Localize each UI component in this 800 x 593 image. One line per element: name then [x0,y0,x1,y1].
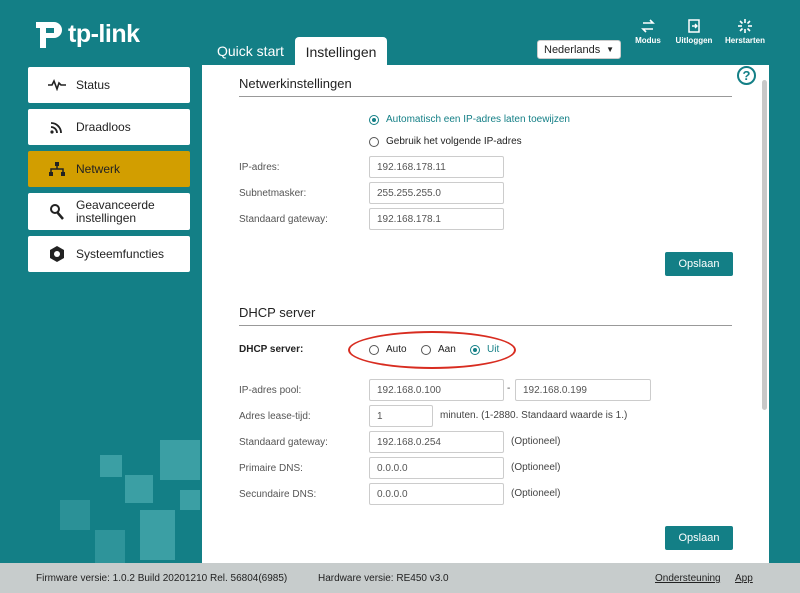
radio-button [421,344,431,355]
dhcp-section-title: DHCP server [239,305,316,320]
app-link[interactable]: App [735,573,753,584]
reboot-icon [738,19,752,33]
reboot-label: Herstarten [725,36,766,45]
radio-dhcp-auto[interactable]: Auto [369,344,407,355]
ip-field[interactable] [369,156,504,178]
decorative-pattern [160,440,200,480]
radio-dhcp-off[interactable]: Uit [470,344,499,355]
dhcp-server-label: DHCP server: [239,344,304,355]
optional-note: (Optioneel) [511,436,561,447]
divider [239,96,732,97]
lease-note: minuten. (1-2880. Standaard waarde is 1.… [440,410,628,421]
wrench-icon [48,203,66,221]
radio-label: Aan [438,344,456,355]
wireless-icon [48,118,66,136]
lease-field[interactable] [369,405,433,427]
tab-quick-start[interactable]: Quick start [205,37,296,65]
language-value: Nederlands [544,43,601,56]
footer: Firmware versie: 1.0.2 Build 20201210 Re… [0,563,800,593]
sidebar-item-label: Geavanceerde instellingen [76,197,155,225]
pool-separator: - [507,383,511,394]
decorative-pattern [180,490,200,510]
logout-icon [688,19,700,33]
hardware-version: Hardware versie: RE450 v3.0 [318,573,449,584]
optional-note: (Optioneel) [511,488,561,499]
subnet-field[interactable] [369,182,504,204]
radio-label: Automatisch een IP-adres laten toewijzen [386,114,570,125]
radio-button [369,136,379,147]
radio-label: Auto [386,344,407,355]
primary-dns-field[interactable] [369,457,504,479]
sidebar-item-label: Systeemfuncties [76,247,165,261]
tp-link-logo-icon [36,22,62,48]
pulse-icon [48,76,66,94]
sidebar-item-label: Status [76,78,111,92]
sidebar-item-status[interactable]: Status [28,67,190,103]
radio-button [369,344,379,355]
optional-note: (Optioneel) [511,462,561,473]
network-icon [48,160,66,178]
radio-label: Gebruik het volgende IP-adres [386,136,522,147]
dhcp-gateway-label: Standaard gateway: [239,437,328,448]
radio-button-checked [369,114,379,125]
sidebar-item-advanced[interactable]: Geavanceerde instellingen [28,193,190,230]
language-select[interactable]: Nederlands ▼ [537,40,621,59]
network-section-title: Netwerkinstellingen [239,76,352,91]
radio-label: Uit [487,344,500,355]
logout-label: Uitloggen [675,36,713,45]
save-network-button[interactable]: Opslaan [665,252,733,276]
secondary-dns-label: Secundaire DNS: [239,489,317,500]
mode-button[interactable]: Modus [626,18,670,45]
tab-settings[interactable]: Instellingen [295,37,387,65]
support-link[interactable]: Ondersteuning [655,573,721,584]
radio-manual-ip[interactable]: Gebruik het volgende IP-adres [369,136,522,147]
ip-label: IP-adres: [239,162,280,173]
sidebar-item-wireless[interactable]: Draadloos [28,109,190,145]
tp-link-logo: tp-link [30,18,140,50]
sidebar-item-label: Netwerk [76,162,121,176]
decorative-pattern [60,500,90,530]
pool-end-field[interactable] [515,379,651,401]
lease-label: Adres lease-tijd: [239,411,311,422]
sidebar-item-system[interactable]: Systeemfuncties [28,236,190,272]
logout-button[interactable]: Uitloggen [672,18,716,45]
sidebar: Status Draadloos Netwerk Geavanceerde in… [28,67,190,278]
help-icon[interactable]: ? [737,66,756,85]
scrollbar[interactable] [762,80,767,410]
chevron-down-icon: ▼ [606,45,614,54]
decorative-pattern [125,475,153,503]
pool-label: IP-adres pool: [239,385,302,396]
firmware-version: Firmware versie: 1.0.2 Build 20201210 Re… [36,573,288,584]
primary-dns-label: Primaire DNS: [239,463,303,474]
sidebar-item-label: Draadloos [76,120,131,134]
gear-icon [48,245,66,263]
logo-text: tp-link [68,19,140,48]
gateway-label: Standaard gateway: [239,214,328,225]
save-dhcp-button[interactable]: Opslaan [665,526,733,550]
radio-dhcp-on[interactable]: Aan [421,344,456,355]
divider [239,325,732,326]
subnet-label: Subnetmasker: [239,188,307,199]
gateway-field[interactable] [369,208,504,230]
secondary-dns-field[interactable] [369,483,504,505]
decorative-pattern [95,530,125,563]
radio-button-checked [470,344,480,355]
dhcp-gateway-field[interactable] [369,431,504,453]
swap-icon [641,19,655,33]
reboot-button[interactable]: Herstarten [722,18,768,45]
sidebar-item-network[interactable]: Netwerk [28,151,190,187]
radio-auto-ip[interactable]: Automatisch een IP-adres laten toewijzen [369,114,570,125]
decorative-pattern [140,510,175,560]
mode-label: Modus [635,36,661,45]
pool-start-field[interactable] [369,379,504,401]
decorative-pattern [100,455,122,477]
